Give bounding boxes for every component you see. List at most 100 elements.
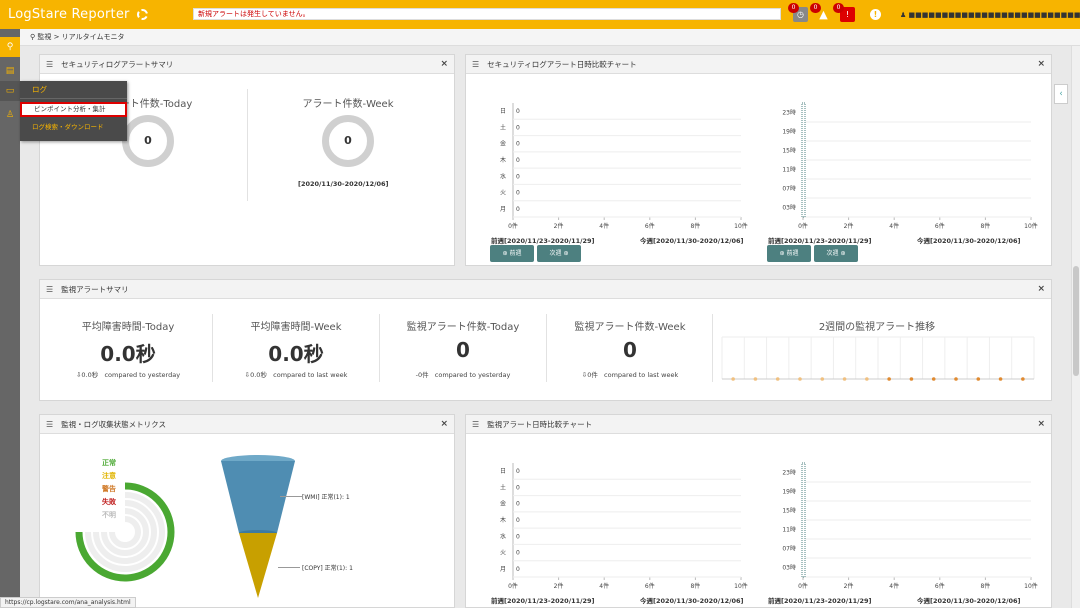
panel-security-chart: ☰ セキュリティログアラート日時比較チャート × 0件 2件 4件 6件 8件 10件日 0 土 0…	[465, 54, 1052, 266]
prev-range: 前週[2020/11/23-2020/11/29]	[491, 237, 595, 245]
sidebar-monitor-search-icon[interactable]: ⚲	[0, 37, 20, 57]
data-point	[865, 377, 869, 381]
breadcrumb-text: 監視 > リアルタイムモニタ	[37, 33, 125, 41]
refresh-icon[interactable]	[136, 9, 148, 20]
prev-range: 前週[2020/11/23-2020/11/29]	[768, 237, 872, 245]
hour-chart: 0件 2件 4件 6件 8件 10件 23時 19時 15時 11時 07時 03時	[782, 102, 1038, 230]
x-tick-label: 6件	[935, 222, 945, 230]
x-tick-label: 10件	[734, 582, 748, 590]
close-icon[interactable]: ×	[1037, 419, 1045, 429]
data-label: 0	[516, 190, 520, 197]
data-point	[753, 377, 758, 381]
y-tick-label: 15時	[782, 507, 796, 515]
x-tick-label: 8件	[690, 222, 700, 230]
curr-range: 今週[2020/11/30-2020/12/06]	[640, 597, 744, 605]
hour-chart: 0件 2件 4件 6件 8件 10件 23時 19時 15時 11時 07時 03時	[782, 462, 1038, 590]
scrollbar[interactable]	[1071, 46, 1080, 608]
app-logo[interactable]: LogStare Reporter	[8, 7, 130, 22]
data-label: 0	[516, 517, 520, 524]
stat-compare: ⇩0件 compared to last week	[581, 371, 679, 379]
hour-bar	[801, 102, 806, 218]
x-tick-label: 10件	[734, 222, 748, 230]
data-label: 0	[516, 468, 520, 475]
y-tick-label: 月	[500, 206, 506, 213]
x-tick-label: 8件	[980, 222, 990, 230]
prev-range: 前週[2020/11/23-2020/11/29]	[491, 597, 595, 605]
x-tick-label: 4件	[599, 222, 609, 230]
stat-compare: ⇩0.0秒 compared to last week	[244, 371, 348, 379]
close-icon[interactable]: ×	[1037, 59, 1045, 69]
y-tick-label: 水	[500, 532, 506, 540]
data-label: 0	[516, 124, 520, 131]
next-week-button[interactable]: 次週 ⊛	[814, 245, 858, 262]
y-tick-label: 日	[500, 468, 506, 475]
y-tick-label: 金	[500, 140, 506, 148]
breadcrumb: ⚲ 監視 > リアルタイムモニタ	[20, 29, 1080, 46]
day-chart: 0件 2件 4件 6件 8件 10件 日 0 土 0 金 0 木 0 水 0 火 0 月 0	[500, 103, 748, 230]
data-point	[820, 377, 825, 381]
close-icon[interactable]: ×	[440, 59, 448, 69]
hour-bar	[801, 462, 806, 578]
data-label: 0	[516, 501, 520, 508]
stat-title: 平均障害時間-Today	[81, 322, 175, 333]
panel-title: セキュリティログアラートサマリ	[61, 59, 174, 69]
x-tick-label: 6件	[645, 582, 655, 590]
legend-item: 正常	[102, 459, 116, 467]
panel-menu-icon[interactable]: ☰	[472, 420, 479, 429]
x-tick-label: 10件	[1024, 222, 1038, 230]
week-title: アラート件数-Week	[302, 99, 394, 110]
data-point	[887, 377, 891, 381]
menu-item-pinpoint-analysis[interactable]: ピンポイント分析・集計	[20, 102, 127, 117]
x-tick-label: 4件	[889, 222, 899, 230]
x-tick-label: 0件	[798, 582, 808, 590]
alert-message-bar: 新規アラートは発生していません。	[193, 8, 781, 20]
panel-menu-icon[interactable]: ☰	[472, 60, 479, 69]
stat-value: 0.0秒	[268, 342, 324, 366]
data-label: 0	[516, 173, 520, 180]
badge-error: 0	[833, 3, 844, 13]
data-label: 0	[516, 206, 520, 213]
data-point	[909, 377, 914, 381]
y-tick-label: 19時	[782, 488, 796, 496]
menu-item-log-search-download[interactable]: ログ検索・ダウンロード	[20, 120, 127, 135]
close-icon[interactable]: ×	[1037, 284, 1045, 294]
stat-title: 平均障害時間-Week	[250, 322, 342, 333]
y-tick-label: 15時	[782, 147, 796, 155]
collapse-right-icon[interactable]: ‹	[1054, 84, 1068, 104]
x-tick-label: 8件	[980, 582, 990, 590]
close-icon[interactable]: ×	[440, 419, 448, 429]
sidebar-users-icon[interactable]: ♙	[0, 105, 20, 125]
panel-menu-icon[interactable]: ☰	[46, 60, 53, 69]
stat-title: 監視アラート件数-Week	[574, 322, 686, 333]
panel-title: 監視アラート日時比較チャート	[487, 419, 593, 429]
sidebar-report-icon[interactable]: ▤	[0, 61, 20, 81]
next-week-button[interactable]: 次週 ⊛	[537, 245, 581, 262]
x-tick-label: 2件	[844, 582, 854, 590]
curr-range: 今週[2020/11/30-2020/12/06]	[917, 237, 1021, 245]
data-label: 0	[516, 550, 520, 557]
panel-monitor-summary: ☰ 監視アラートサマリ × 平均障害時間-Today 0.0秒 ⇩0.0秒 comp…	[39, 279, 1052, 401]
data-label: 0	[516, 108, 520, 115]
stat-value: 0	[456, 338, 470, 362]
data-label: 0	[516, 484, 520, 491]
prev-week-button[interactable]: ⊛ 前週	[767, 245, 811, 262]
panel-menu-icon[interactable]: ☰	[46, 420, 53, 429]
x-tick-label: 2件	[554, 222, 564, 230]
sidebar-log-icon[interactable]: ▭	[0, 81, 20, 101]
info-icon[interactable]: !	[870, 9, 881, 20]
y-tick-label: 火	[500, 190, 506, 197]
prev-week-button[interactable]: ⊛ 前週	[490, 245, 534, 262]
data-point	[998, 377, 1003, 381]
legend-item: 警告	[102, 485, 116, 493]
y-tick-label: 月	[500, 566, 506, 573]
day-chart: 0件 2件 4件 6件 8件 10件 日 0 土 0 金 0 木 0 水 0 火 0 月 0	[500, 463, 748, 590]
user-menu[interactable]: ♟ ■■■■■■■■■■■■■■■■■■■■■■■■■■	[900, 11, 1080, 19]
week-donut: 0	[322, 115, 374, 167]
panel-menu-icon[interactable]: ☰	[46, 285, 53, 294]
y-tick-label: 11時	[782, 166, 796, 174]
data-point	[731, 377, 735, 381]
funnel-label: [COPY] 正常(1): 1	[302, 565, 353, 572]
status-url: https://cp.logstare.com/ana_analysis.htm…	[0, 597, 136, 608]
stat-value: 0	[623, 338, 637, 362]
y-tick-label: 日	[500, 108, 506, 115]
